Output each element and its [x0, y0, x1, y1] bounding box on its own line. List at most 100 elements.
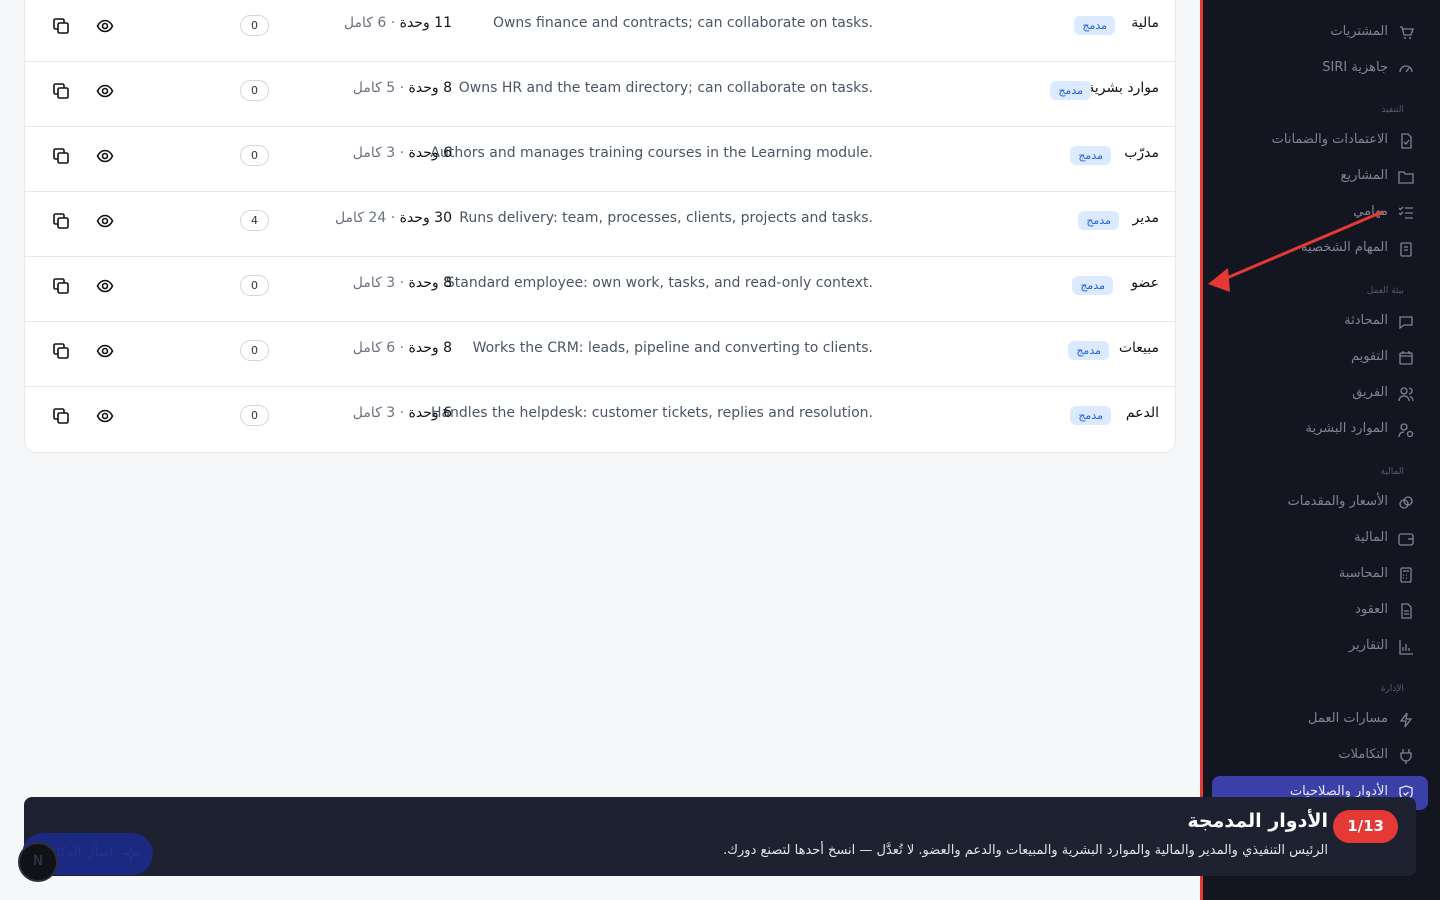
- table-row[interactable]: مبيعات مدمج .Works the CRM: leads, pipelin…: [25, 322, 1175, 387]
- full-count: 24 كامل: [334, 210, 387, 226]
- table-row[interactable]: موارد بشرية مدمج .Owns HR and the team dir…: [25, 62, 1175, 127]
- duplicate-role-button[interactable]: [52, 82, 70, 100]
- role-name: مبيعات: [1118, 340, 1159, 356]
- full-count: 6 كامل: [352, 340, 396, 356]
- builtin-badge: مدمج: [1074, 16, 1115, 35]
- sidebar-item-label: مهامي: [1353, 204, 1388, 219]
- sidebar-item[interactable]: المشاريع: [1204, 164, 1420, 190]
- sidebar-item[interactable]: المحادثة: [1204, 309, 1420, 335]
- role-permission-stats: 8 وحدة · 5 كامل: [352, 80, 452, 96]
- view-role-button[interactable]: [96, 342, 114, 360]
- copy-icon: [52, 17, 70, 35]
- avatar[interactable]: N: [18, 842, 58, 882]
- role-description: .Authors and manages training courses in…: [430, 145, 873, 161]
- role-permission-stats: 8 وحدة · 6 كامل: [352, 340, 452, 356]
- sidebar-item[interactable]: مسارات العمل: [1204, 707, 1420, 733]
- duplicate-role-button[interactable]: [52, 17, 70, 35]
- units-count: 11: [434, 15, 452, 31]
- members-count: 0: [240, 275, 269, 296]
- sparkle-icon: [123, 846, 139, 862]
- sidebar-item-label: المشتريات: [1330, 24, 1388, 39]
- role-permission-stats: 6 وحدة · 3 كامل: [352, 145, 452, 161]
- duplicate-role-button[interactable]: [52, 342, 70, 360]
- table-row[interactable]: عضو مدمج .Standard employee: own work, tas…: [25, 257, 1175, 322]
- builtin-badge: مدمج: [1072, 276, 1113, 295]
- table-row[interactable]: مالية مدمج .Owns finance and contracts; ca…: [25, 0, 1175, 62]
- sidebar-section-heading: بيئة العمل: [1366, 286, 1404, 296]
- sidebar-item[interactable]: الأسعار والمقدمات: [1204, 490, 1420, 516]
- sidebar-item[interactable]: جاهزية SIRI: [1204, 56, 1420, 82]
- table-row[interactable]: مدرّب مدمج .Authors and manages training c…: [25, 127, 1175, 192]
- duplicate-role-button[interactable]: [52, 147, 70, 165]
- role-name: موارد بشرية: [1087, 80, 1159, 96]
- tour-banner: 1/13 الأدوار المدمجة الرئيس التنفيذي وال…: [24, 797, 1416, 876]
- copy-icon: [52, 342, 70, 360]
- sidebar-item-label: الفريق: [1352, 385, 1388, 400]
- sidebar-item-label: المشاريع: [1340, 168, 1388, 183]
- sidebar-item[interactable]: التقويم: [1204, 345, 1420, 371]
- sidebar-item[interactable]: الموارد البشرية: [1204, 417, 1420, 443]
- members-count: 0: [240, 15, 269, 36]
- eye-icon: [96, 17, 114, 35]
- units-count: 30: [434, 210, 452, 226]
- role-permission-stats: 6 وحدة · 3 كامل: [352, 405, 452, 421]
- role-name: مدير: [1132, 210, 1159, 226]
- view-role-button[interactable]: [96, 277, 114, 295]
- sidebar-item[interactable]: مهامي: [1204, 200, 1420, 226]
- cart-icon: [1398, 25, 1414, 41]
- role-name: مالية: [1131, 15, 1159, 31]
- eye-icon: [96, 407, 114, 425]
- sidebar-item[interactable]: العقود: [1204, 598, 1420, 624]
- sidebar-item[interactable]: الفريق: [1204, 381, 1420, 407]
- sidebar-item[interactable]: التكاملات: [1204, 743, 1420, 769]
- units-count: 6: [443, 145, 452, 161]
- sidebar-item-label: جاهزية SIRI: [1322, 60, 1388, 75]
- duplicate-role-button[interactable]: [52, 277, 70, 295]
- duplicate-role-button[interactable]: [52, 212, 70, 230]
- sidebar-item-label: العقود: [1355, 602, 1388, 617]
- view-role-button[interactable]: [96, 212, 114, 230]
- folder-icon: [1398, 169, 1414, 185]
- file-check-icon: [1398, 133, 1414, 149]
- builtin-badge: مدمج: [1068, 341, 1109, 360]
- members-count: 0: [240, 80, 269, 101]
- sidebar-item[interactable]: التقارير: [1204, 634, 1420, 660]
- full-count: 3 كامل: [352, 275, 396, 291]
- view-role-button[interactable]: [96, 17, 114, 35]
- user-gear-icon: [1398, 422, 1414, 438]
- copy-icon: [52, 82, 70, 100]
- document-icon: [1398, 603, 1414, 619]
- duplicate-role-button[interactable]: [52, 407, 70, 425]
- table-row[interactable]: الدعم مدمج .Handles the helpdesk: customer…: [25, 387, 1175, 452]
- role-description: .Runs delivery: team, processes, clients…: [459, 210, 873, 226]
- calendar-icon: [1398, 350, 1414, 366]
- full-count: 6 كامل: [343, 15, 387, 31]
- sidebar-item[interactable]: المالية: [1204, 526, 1420, 552]
- role-description: .Owns finance and contracts; can collabo…: [492, 15, 873, 31]
- chat-icon: [1398, 314, 1414, 330]
- units-label: وحدة: [408, 275, 439, 291]
- view-role-button[interactable]: [96, 407, 114, 425]
- view-role-button[interactable]: [96, 82, 114, 100]
- builtin-badge: مدمج: [1078, 211, 1119, 230]
- table-row[interactable]: مدير مدمج .Runs delivery: team, processes,…: [25, 192, 1175, 257]
- sidebar-item-label: التكاملات: [1338, 747, 1388, 762]
- sidebar-item[interactable]: المحاسبة: [1204, 562, 1420, 588]
- sidebar-item[interactable]: الاعتمادات والضمانات: [1204, 128, 1420, 154]
- sidebar-item-label: التقويم: [1350, 349, 1388, 364]
- full-count: 5 كامل: [352, 80, 396, 96]
- clipboard-icon: [1398, 241, 1414, 257]
- calculator-icon: [1398, 567, 1414, 583]
- sidebar: المشتريات جاهزية SIRI التنفيذ الاعتمادات وا…: [1200, 0, 1440, 900]
- sidebar-section-heading: المالية: [1380, 467, 1404, 477]
- copy-icon: [52, 407, 70, 425]
- copy-icon: [52, 277, 70, 295]
- view-role-button[interactable]: [96, 147, 114, 165]
- role-description: .Works the CRM: leads, pipeline and conv…: [472, 340, 873, 356]
- members-count: 0: [240, 405, 269, 426]
- sidebar-item[interactable]: المشتريات: [1204, 20, 1420, 46]
- members-count: 0: [240, 145, 269, 166]
- coins-icon: [1398, 495, 1414, 511]
- sidebar-item[interactable]: المهام الشخصية: [1204, 236, 1420, 262]
- units-label: وحدة: [408, 80, 439, 96]
